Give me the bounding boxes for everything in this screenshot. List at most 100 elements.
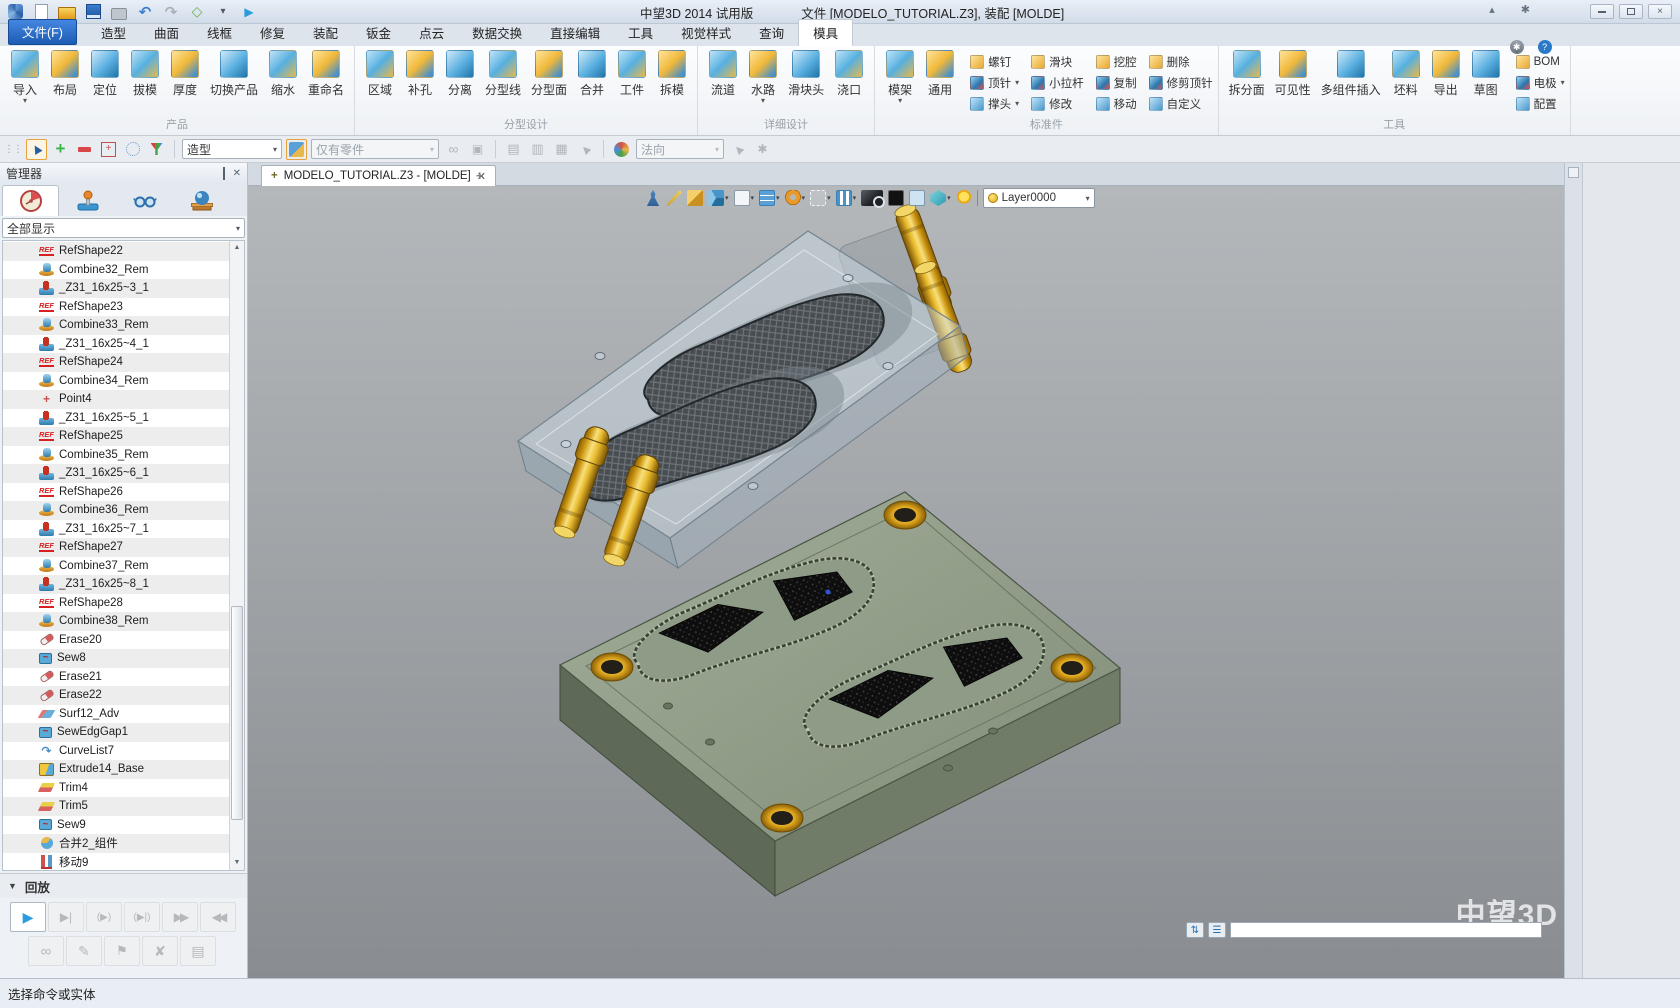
ribbon-button[interactable]: 可见性 bbox=[1270, 49, 1316, 99]
tree-item[interactable]: _Z31_16x25~7_1 bbox=[3, 520, 229, 539]
viewport-tool[interactable] bbox=[888, 190, 904, 206]
replay-section-header[interactable]: ▼ 回放 bbox=[0, 873, 247, 898]
ribbon-button[interactable]: 分型线 bbox=[480, 49, 526, 99]
ribbon-button[interactable]: 缩水 bbox=[263, 49, 303, 99]
start-icon[interactable] bbox=[240, 3, 258, 21]
cursor-icon[interactable] bbox=[575, 139, 596, 160]
tree-item[interactable]: Combine38_Rem bbox=[3, 612, 229, 631]
tree-item[interactable]: RefShape27 bbox=[3, 538, 229, 557]
tree-item[interactable]: Point4 bbox=[3, 390, 229, 409]
tree-item[interactable]: _Z31_16x25~4_1 bbox=[3, 335, 229, 354]
ribbon-button[interactable]: 厚度 bbox=[165, 49, 205, 99]
close-button[interactable]: × bbox=[1648, 4, 1672, 19]
tree-item[interactable]: RefShape23 bbox=[3, 298, 229, 317]
menu-tab[interactable]: 文件(F) bbox=[8, 19, 77, 45]
play-through-icon[interactable] bbox=[124, 902, 160, 932]
add-box-icon[interactable] bbox=[98, 139, 119, 160]
menu-tab[interactable]: 造型 bbox=[87, 20, 140, 46]
print-icon[interactable] bbox=[110, 3, 128, 21]
ribbon-button[interactable]: 导入 ▾ bbox=[5, 49, 45, 105]
tree-item[interactable]: Erase22 bbox=[3, 686, 229, 705]
viewport-canvas[interactable]: ▾ ▾ ▾ ▾ ▾ ▾ bbox=[248, 186, 1564, 978]
insert-mid-icon[interactable] bbox=[527, 139, 548, 160]
tree-item[interactable]: 移动9 bbox=[3, 853, 229, 872]
ribbon-small-button[interactable]: 删除 bbox=[1149, 54, 1213, 70]
ribbon-button[interactable]: 拔模 bbox=[125, 49, 165, 99]
ribbon-button[interactable]: 流道 bbox=[703, 49, 743, 99]
ribbon-button[interactable]: 水路 ▾ bbox=[743, 49, 783, 105]
viewport-tool[interactable] bbox=[956, 190, 972, 206]
step-forward-icon[interactable] bbox=[48, 902, 84, 932]
regen-icon[interactable] bbox=[188, 3, 206, 21]
viewport-tool[interactable]: ▾ bbox=[810, 190, 831, 206]
tree-item[interactable]: Combine33_Rem bbox=[3, 316, 229, 335]
ribbon-button[interactable]: 分型面 bbox=[526, 49, 572, 99]
ribbon-small-button[interactable]: 小拉杆 bbox=[1031, 75, 1084, 91]
ribbon-small-button[interactable]: 挖腔 bbox=[1096, 54, 1137, 70]
scrollbar-thumb[interactable] bbox=[231, 606, 243, 820]
tree-item[interactable]: RefShape25 bbox=[3, 427, 229, 446]
filter-icon[interactable] bbox=[146, 139, 167, 160]
tree-item[interactable]: Trim5 bbox=[3, 797, 229, 816]
ribbon-button[interactable]: 布局 bbox=[45, 49, 85, 99]
compass-icon[interactable] bbox=[611, 139, 632, 160]
cursor-icon[interactable] bbox=[728, 139, 749, 160]
menu-tab[interactable]: 装配 bbox=[299, 20, 352, 46]
menu-tab[interactable]: 修复 bbox=[246, 20, 299, 46]
open-file-icon[interactable] bbox=[58, 3, 76, 21]
tree-item[interactable]: SewEdgGap1 bbox=[3, 723, 229, 742]
tree-item[interactable]: _Z31_16x25~8_1 bbox=[3, 575, 229, 594]
viewport-tool[interactable]: ▾ bbox=[759, 190, 780, 206]
tab-assembly-manager[interactable] bbox=[59, 185, 116, 216]
float-panel-icon[interactable] bbox=[223, 168, 225, 179]
ribbon-small-button[interactable]: BOM bbox=[1516, 55, 1565, 69]
toolbar-grip[interactable]: ⋮⋮ bbox=[4, 144, 22, 155]
tree-item[interactable]: Erase21 bbox=[3, 668, 229, 687]
ribbon-button[interactable]: 模架 ▾ bbox=[880, 49, 920, 105]
dock-button[interactable] bbox=[1568, 167, 1579, 178]
ribbon-small-button[interactable]: 配置 bbox=[1516, 96, 1565, 112]
save-icon[interactable] bbox=[84, 3, 102, 21]
ribbon-small-button[interactable]: 螺钉 bbox=[970, 54, 1019, 70]
tree-item[interactable]: RefShape22 bbox=[3, 242, 229, 261]
document-tab[interactable]: + MODELO_TUTORIAL.Z3 - [MOLDE] ✕ bbox=[261, 165, 496, 186]
part-filter-combobox[interactable]: 仅有零件▾ bbox=[311, 139, 439, 159]
menu-tab[interactable]: 工具 bbox=[614, 20, 667, 46]
options-gear-icon[interactable]: ✱ bbox=[1510, 40, 1524, 54]
assembly-nav-icon[interactable] bbox=[286, 139, 307, 160]
new-tab-button[interactable]: + bbox=[476, 168, 484, 183]
tree-item[interactable]: Trim4 bbox=[3, 779, 229, 798]
ribbon-button[interactable]: 分离 bbox=[440, 49, 480, 99]
ribbon-button[interactable]: 切换产品 bbox=[205, 49, 263, 99]
fast-forward-icon[interactable] bbox=[162, 902, 198, 932]
new-file-icon[interactable] bbox=[32, 3, 50, 21]
tree-item[interactable]: Surf12_Adv bbox=[3, 705, 229, 724]
tree-item[interactable]: _Z31_16x25~6_1 bbox=[3, 464, 229, 483]
play-icon[interactable] bbox=[10, 902, 46, 932]
scroll-down-icon[interactable]: ▼ bbox=[230, 856, 244, 870]
viewport-tool[interactable]: ▾ bbox=[785, 190, 806, 206]
ribbon-button[interactable]: 重命名 bbox=[303, 49, 349, 99]
menu-tab[interactable]: 线框 bbox=[193, 20, 246, 46]
core-plate[interactable] bbox=[560, 492, 1120, 896]
entity-filter-combobox[interactable]: 造型▾ bbox=[182, 139, 282, 159]
viewport-tool[interactable]: ▾ bbox=[734, 190, 755, 206]
viewport-tool[interactable]: ▾ bbox=[836, 190, 857, 206]
display-filter-combobox[interactable]: 全部显示▾ bbox=[2, 218, 245, 238]
menu-tab[interactable]: 钣金 bbox=[352, 20, 405, 46]
tree-item[interactable]: CurveList7 bbox=[3, 742, 229, 761]
command-input[interactable] bbox=[1230, 922, 1542, 938]
viewport-tool[interactable] bbox=[687, 190, 703, 206]
tree-item[interactable]: Extrude14_Base bbox=[3, 760, 229, 779]
menu-tab[interactable]: 模具 bbox=[798, 19, 853, 46]
tree-item[interactable]: 合并2_组件 bbox=[3, 834, 229, 853]
help-icon[interactable]: ? bbox=[1538, 40, 1552, 54]
ribbon-small-button[interactable]: 撑头 ▾ bbox=[970, 96, 1019, 112]
tree-item[interactable]: Sew8 bbox=[3, 649, 229, 668]
viewport-tool[interactable] bbox=[666, 190, 682, 206]
tree-item[interactable]: Sew9 bbox=[3, 816, 229, 835]
tree-scrollbar[interactable]: ▲ ▼ bbox=[229, 241, 244, 870]
ribbon-button[interactable]: 坯料 bbox=[1386, 49, 1426, 99]
links-icon[interactable] bbox=[443, 139, 464, 160]
ribbon-small-button[interactable]: 电极 ▾ bbox=[1516, 75, 1565, 91]
